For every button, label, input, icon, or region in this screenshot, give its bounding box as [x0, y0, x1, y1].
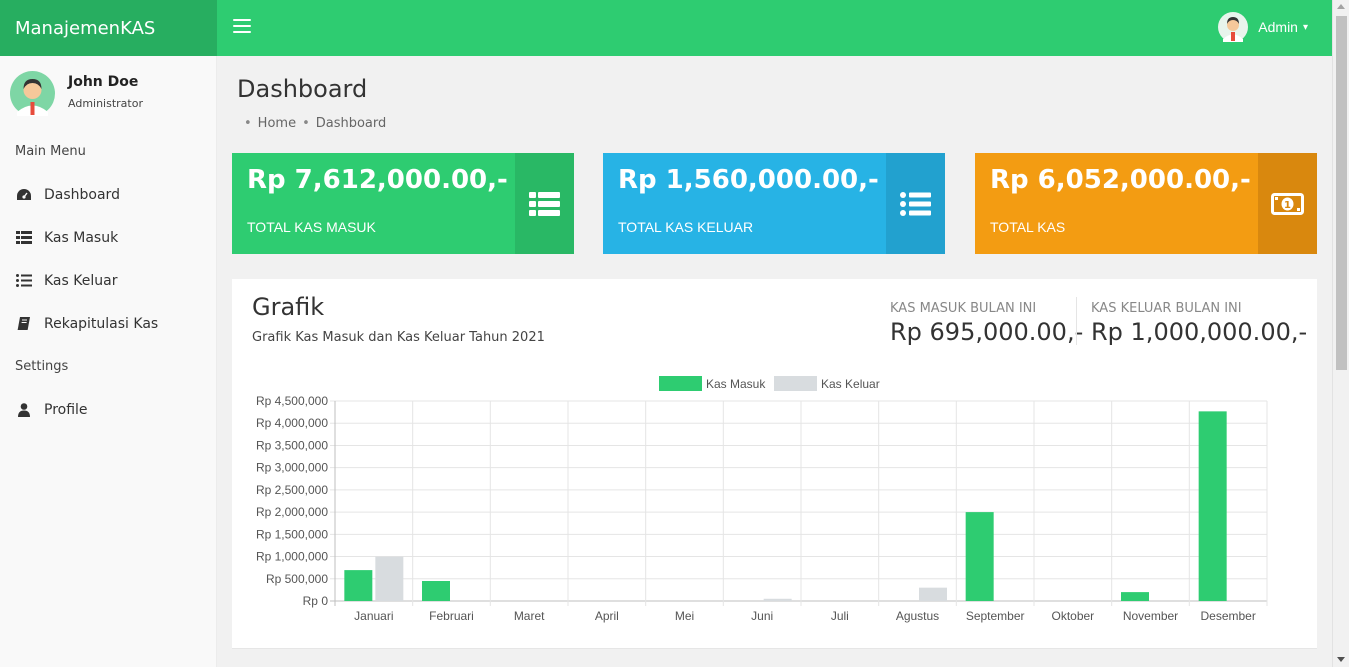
bar-kas-keluar — [919, 587, 947, 601]
scroll-up-arrow-icon[interactable] — [1337, 4, 1345, 9]
menu-header-main: Main Menu — [15, 144, 86, 159]
bar-kas-masuk — [344, 570, 373, 601]
breadcrumb: • Home • Dashboard — [244, 116, 386, 131]
kas-masuk-bulan-ini-stat: KAS MASUK BULAN INI Rp 695,000.00,- — [890, 301, 1083, 346]
breadcrumb-current: Dashboard — [315, 116, 387, 131]
x-tick-label: Agustus — [896, 609, 939, 623]
y-tick-label: Rp 2,500,000 — [256, 483, 328, 497]
breadcrumb-separator: • — [244, 116, 252, 131]
box-label: TOTAL KAS KELUAR — [618, 219, 754, 235]
list-bullet-icon — [15, 273, 33, 289]
page-title: Dashboard — [237, 75, 368, 103]
grafik-title: Grafik — [252, 293, 325, 321]
y-tick-label: Rp 4,500,000 — [256, 394, 328, 408]
breadcrumb-home[interactable]: Home — [258, 116, 296, 131]
kas-bar-chart: Rp 0 Rp 500,000 Rp 1,000,000 Rp 1,500,000 Rp… — [256, 376, 1268, 623]
y-tick-label: Rp 4,000,000 — [256, 416, 328, 430]
chevron-down-icon: ▾ — [1302, 21, 1308, 33]
bar-kas-masuk — [1198, 411, 1227, 601]
sidebar-item-label: Profile — [44, 401, 88, 418]
box-amount: Rp 6,052,000.00,- — [990, 165, 1251, 195]
sidebar-user-role: Administrator — [68, 97, 143, 110]
legend-swatch — [659, 376, 702, 391]
sidebar-item-profile[interactable]: Profile — [0, 388, 216, 431]
avatar — [10, 71, 55, 116]
total-kas-box: Rp 6,052,000.00,- TOTAL KAS 1 — [975, 153, 1317, 254]
sidebar-item-rekapitulasi-kas[interactable]: Rekapitulasi Kas — [0, 302, 216, 345]
book-icon — [15, 316, 33, 332]
sidebar-item-label: Dashboard — [44, 186, 120, 203]
svg-text:1: 1 — [1284, 200, 1291, 211]
sidebar-item-label: Kas Masuk — [44, 229, 119, 246]
menu-header-settings: Settings — [15, 359, 69, 374]
box-label: TOTAL KAS MASUK — [247, 219, 376, 235]
bar-kas-keluar — [763, 598, 792, 601]
y-tick-label: Rp 500,000 — [266, 572, 328, 586]
sidebar-item-dashboard[interactable]: Dashboard — [0, 173, 216, 216]
scroll-thumb[interactable] — [1336, 16, 1347, 370]
box-label: TOTAL KAS — [990, 219, 1066, 235]
box-amount: Rp 7,612,000.00,- — [247, 165, 508, 195]
list-bullet-icon — [886, 153, 945, 254]
x-tick-label: Juni — [751, 609, 773, 623]
bar-kas-masuk — [1121, 592, 1149, 601]
list-icon — [15, 230, 33, 246]
stat-divider — [1076, 297, 1077, 345]
grafik-subtitle: Grafik Kas Masuk dan Kas Keluar Tahun 20… — [252, 330, 545, 345]
x-tick-label: Mei — [675, 609, 694, 623]
box-amount: Rp 1,560,000.00,- — [618, 165, 879, 195]
total-kas-keluar-box: Rp 1,560,000.00,- TOTAL KAS KELUAR — [603, 153, 945, 254]
user-dropdown[interactable]: Admin ▾ — [1218, 12, 1308, 42]
y-tick-label: Rp 2,000,000 — [256, 505, 328, 519]
stat-value: Rp 695,000.00,- — [890, 318, 1084, 346]
dashboard-icon — [15, 187, 33, 203]
hamburger-menu-icon[interactable] — [233, 19, 251, 37]
top-navbar: Admin ▾ — [217, 0, 1332, 56]
user-icon — [15, 402, 33, 418]
x-tick-label: Maret — [514, 609, 545, 623]
y-tick-label: Rp 0 — [303, 594, 329, 608]
sidebar-item-kas-keluar[interactable]: Kas Keluar — [0, 259, 216, 302]
legend-swatch — [774, 376, 817, 391]
kas-keluar-bulan-ini-stat: KAS KELUAR BULAN INI Rp 1,000,000.00,- — [1091, 301, 1307, 346]
stat-value: Rp 1,000,000.00,- — [1091, 318, 1308, 346]
y-tick-label: Rp 1,500,000 — [256, 527, 328, 541]
x-tick-label: Desember — [1200, 609, 1255, 623]
sidebar-user-panel: John Doe Administrator — [0, 56, 216, 130]
grafik-panel: Grafik Grafik Kas Masuk dan Kas Keluar T… — [232, 279, 1317, 649]
x-tick-label: Oktober — [1051, 609, 1094, 623]
x-tick-label: November — [1123, 609, 1178, 623]
stat-label: KAS KELUAR BULAN INI — [1091, 301, 1242, 316]
y-tick-label: Rp 3,500,000 — [256, 438, 328, 452]
y-tick-label: Rp 3,000,000 — [256, 461, 328, 475]
sidebar-item-label: Kas Keluar — [44, 272, 118, 289]
main-content: Dashboard • Home • Dashboard Rp 7,612,00… — [217, 56, 1332, 667]
scroll-down-arrow-icon[interactable] — [1337, 657, 1345, 662]
bar-kas-masuk — [422, 581, 450, 601]
stat-label: KAS MASUK BULAN INI — [890, 301, 1037, 316]
bar-kas-masuk — [965, 512, 994, 601]
sidebar: John Doe Administrator Main Menu Dashboa… — [0, 56, 217, 667]
legend-label: Kas Masuk — [706, 377, 766, 391]
sidebar-user-name: John Doe — [68, 74, 139, 90]
legend-label: Kas Keluar — [821, 377, 880, 391]
sidebar-item-label: Rekapitulasi Kas — [44, 315, 159, 332]
sidebar-item-kas-masuk[interactable]: Kas Masuk — [0, 216, 216, 259]
x-tick-label: September — [966, 609, 1025, 623]
bar-kas-keluar — [375, 556, 404, 601]
y-tick-label: Rp 1,000,000 — [256, 550, 328, 564]
x-tick-label: Februari — [429, 609, 474, 623]
total-kas-masuk-box: Rp 7,612,000.00,- TOTAL KAS MASUK — [232, 153, 574, 254]
user-avatar-icon — [1218, 12, 1249, 42]
money-icon: 1 — [1258, 153, 1317, 254]
user-menu-label: Admin — [1258, 19, 1298, 35]
brand-logo[interactable]: ManajemenKAS — [0, 0, 217, 56]
breadcrumb-separator: • — [302, 116, 310, 131]
x-tick-label: Juli — [831, 609, 849, 623]
page-scrollbar[interactable] — [1332, 0, 1349, 667]
table-list-icon — [515, 153, 574, 254]
x-tick-label: Januari — [354, 609, 393, 623]
x-tick-label: April — [595, 609, 619, 623]
